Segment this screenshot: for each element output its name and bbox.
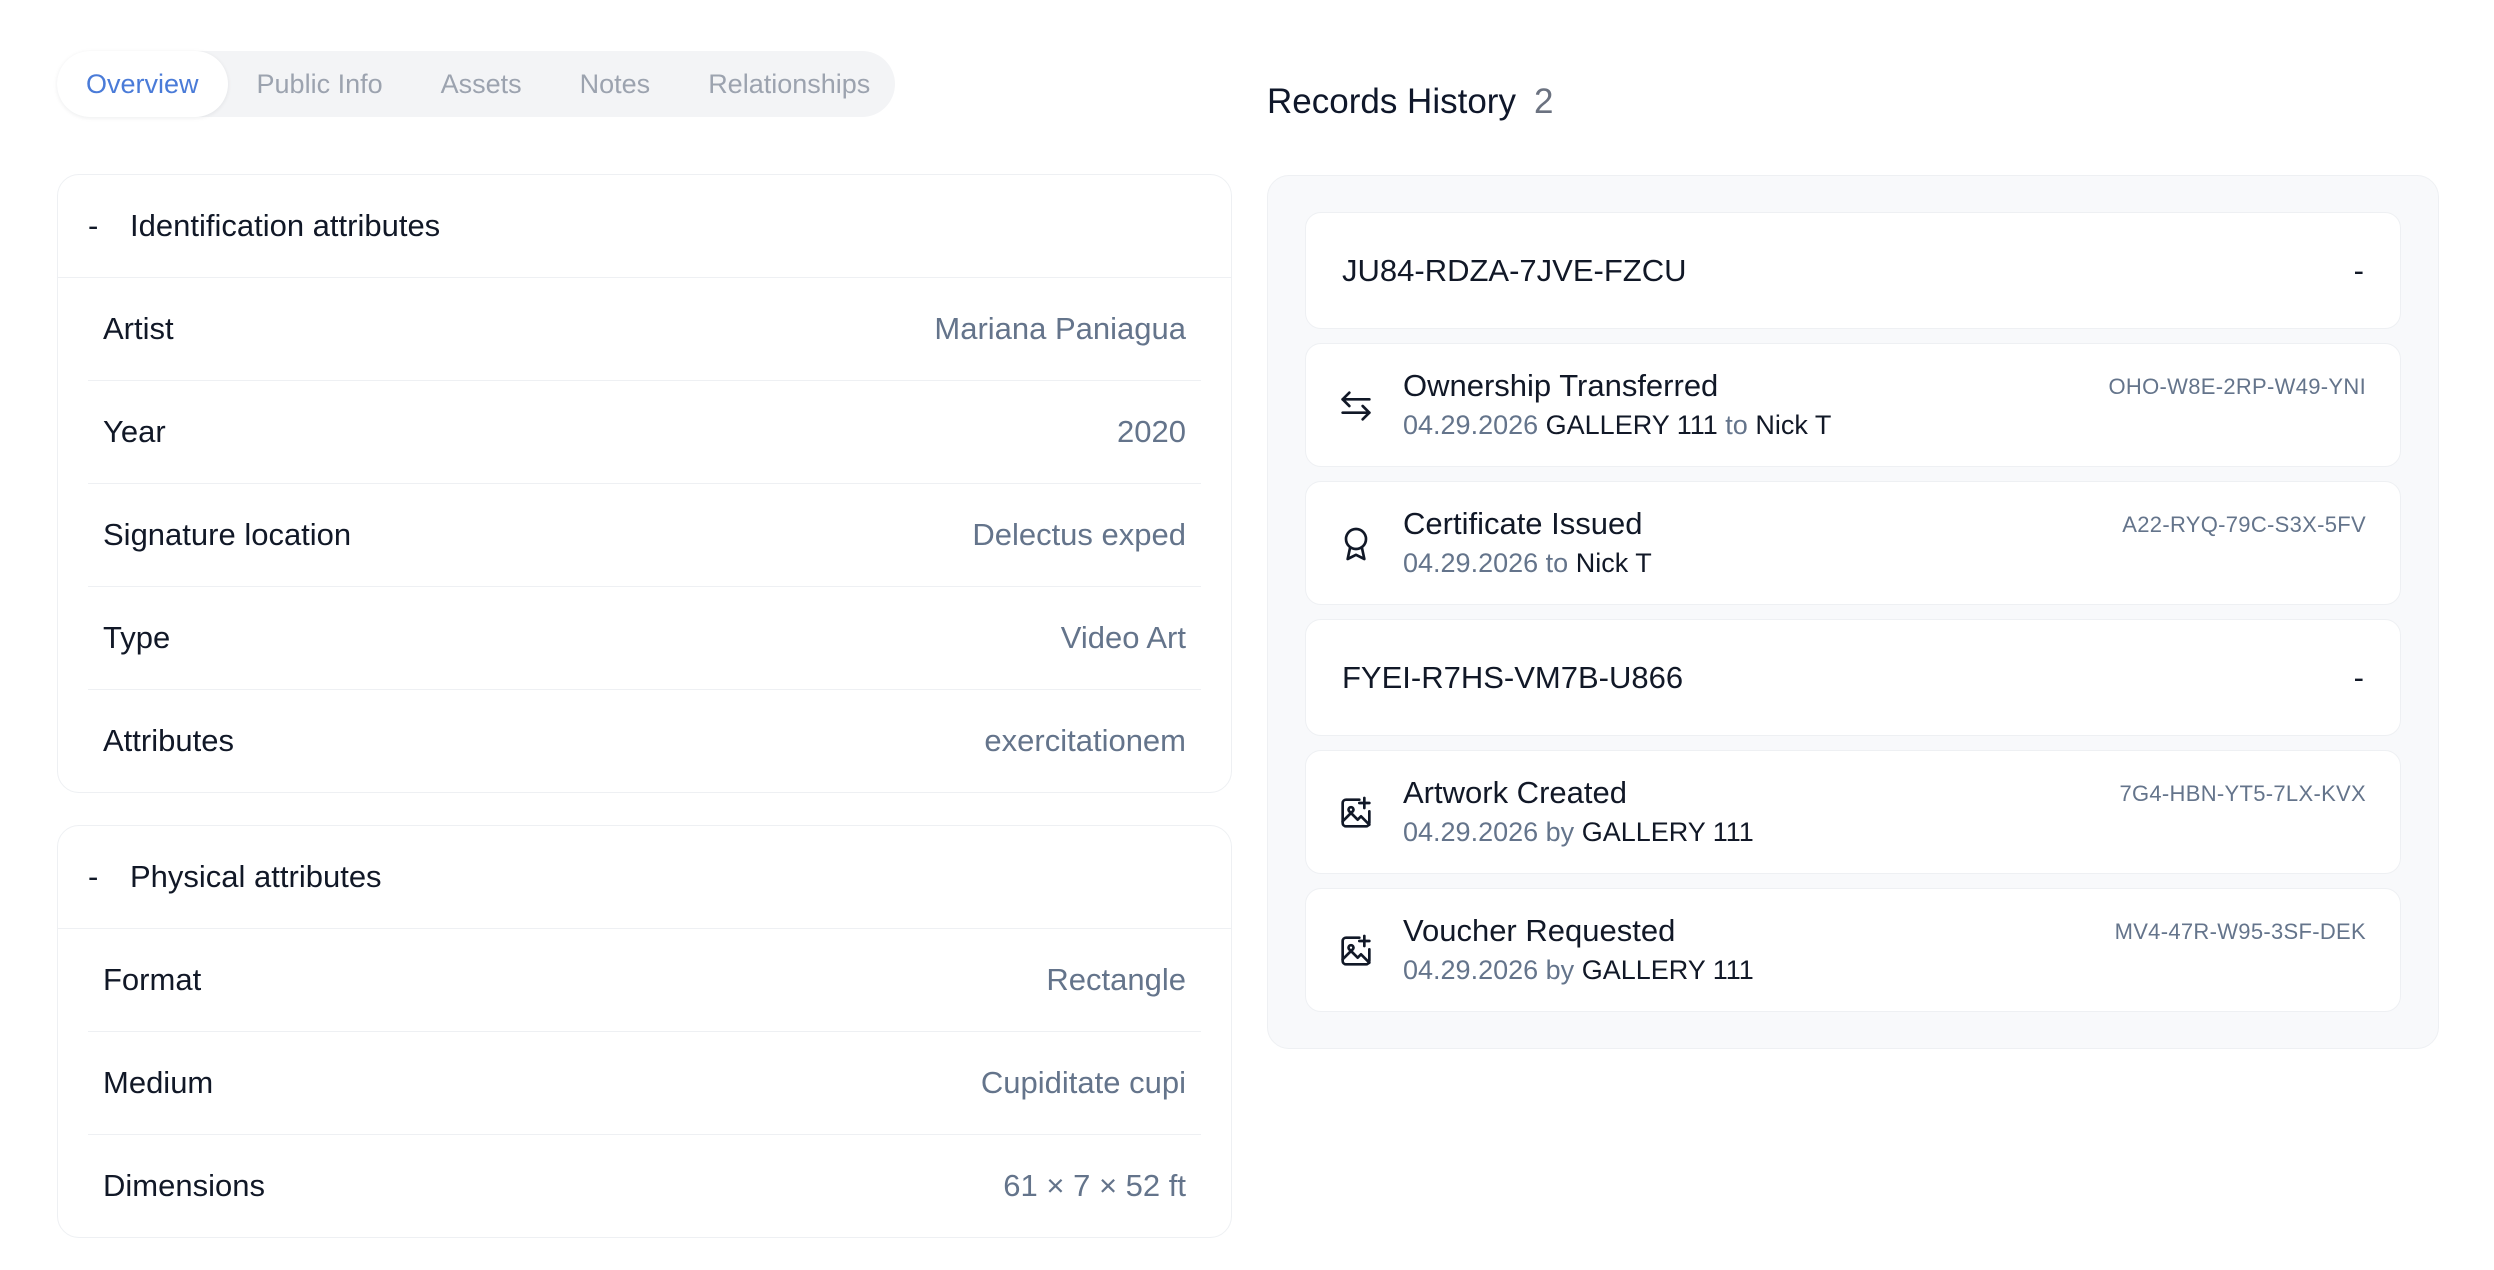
attribute-row-dimensions: Dimensions 61 × 7 × 52 ft bbox=[88, 1135, 1201, 1237]
record-group-header[interactable]: FYEI-R7HS-VM7B-U866 - bbox=[1305, 619, 2401, 736]
event-to: GALLERY 111 bbox=[1581, 955, 1754, 985]
history-event[interactable]: Voucher Requested 04.29.2026 by GALLERY … bbox=[1305, 888, 2401, 1012]
attribute-row-medium: Medium Cupiditate cupi bbox=[88, 1032, 1201, 1135]
event-title: Voucher Requested bbox=[1403, 913, 1676, 948]
attribute-value: exercitationem bbox=[984, 723, 1186, 758]
records-history-count: 2 bbox=[1533, 82, 1554, 121]
event-subtitle: 04.29.2026 by GALLERY 111 bbox=[1403, 955, 1754, 986]
tab-assets[interactable]: Assets bbox=[412, 51, 551, 117]
history-event[interactable]: Certificate Issued 04.29.2026 to Nick T … bbox=[1305, 481, 2401, 605]
transfer-arrows-icon bbox=[1341, 391, 1371, 421]
event-connector: to bbox=[1545, 548, 1569, 578]
records-history-heading: Records History 2 bbox=[1267, 82, 1553, 122]
event-date: 04.29.2026 bbox=[1403, 955, 1539, 985]
event-date: 04.29.2026 bbox=[1403, 817, 1539, 847]
certificate-badge-icon bbox=[1344, 527, 1368, 561]
physical-attributes-card: - Physical attributes Format Rectangle M… bbox=[57, 825, 1232, 1238]
event-to: GALLERY 111 bbox=[1581, 817, 1754, 847]
attribute-value: Cupiditate cupi bbox=[980, 1065, 1186, 1100]
history-event[interactable]: Artwork Created 04.29.2026 by GALLERY 11… bbox=[1305, 750, 2401, 874]
attribute-row-signature-location: Signature location Delectus exped bbox=[88, 484, 1201, 587]
history-event[interactable]: Ownership Transferred 04.29.2026 GALLERY… bbox=[1305, 343, 2401, 467]
collapse-toggle[interactable]: - bbox=[2354, 253, 2364, 289]
section-title: Identification attributes bbox=[130, 208, 441, 243]
physical-attributes-header[interactable]: - Physical attributes bbox=[58, 826, 1231, 929]
attribute-value: 61 × 7 × 52 ft bbox=[1003, 1168, 1186, 1203]
attribute-value: Video Art bbox=[1060, 620, 1186, 655]
record-id: FYEI-R7HS-VM7B-U866 bbox=[1342, 659, 1684, 695]
event-from: GALLERY 111 bbox=[1545, 410, 1718, 440]
attribute-value: Rectangle bbox=[1046, 962, 1186, 997]
attribute-label: Year bbox=[103, 414, 166, 449]
attribute-row-attributes: Attributes exercitationem bbox=[88, 690, 1201, 792]
collapse-toggle[interactable]: - bbox=[88, 208, 130, 244]
attribute-label: Attributes bbox=[103, 723, 234, 758]
attribute-label: Format bbox=[103, 962, 202, 997]
event-subtitle: 04.29.2026 GALLERY 111 to Nick T bbox=[1403, 410, 1831, 441]
event-title: Artwork Created bbox=[1403, 775, 1627, 810]
collapse-toggle[interactable]: - bbox=[88, 859, 130, 895]
event-title: Ownership Transferred bbox=[1403, 368, 1719, 403]
image-plus-icon bbox=[1341, 796, 1371, 828]
attribute-label: Signature location bbox=[103, 517, 352, 552]
attribute-label: Type bbox=[103, 620, 171, 655]
tab-relationships[interactable]: Relationships bbox=[679, 51, 899, 117]
records-history-title: Records History bbox=[1267, 82, 1516, 121]
records-history-panel: JU84-RDZA-7JVE-FZCU - Ownership Transfer… bbox=[1267, 175, 2439, 1049]
section-title: Physical attributes bbox=[130, 859, 382, 894]
event-date: 04.29.2026 bbox=[1403, 548, 1539, 578]
attribute-value: Delectus exped bbox=[972, 517, 1186, 552]
image-plus-icon bbox=[1341, 934, 1371, 966]
event-connector: by bbox=[1545, 955, 1575, 985]
attribute-value: Mariana Paniagua bbox=[934, 311, 1186, 346]
event-code: A22-RYQ-79C-S3X-5FV bbox=[2122, 512, 2366, 537]
event-connector: to bbox=[1725, 410, 1748, 440]
event-subtitle: 04.29.2026 by GALLERY 111 bbox=[1403, 817, 1754, 848]
event-code: 7G4-HBN-YT5-7LX-KVX bbox=[2119, 781, 2366, 806]
attribute-row-format: Format Rectangle bbox=[88, 929, 1201, 1032]
attribute-label: Dimensions bbox=[103, 1168, 265, 1203]
event-code: OHO-W8E-2RP-W49-YNI bbox=[2108, 374, 2366, 399]
tab-notes[interactable]: Notes bbox=[551, 51, 680, 117]
attribute-row-year: Year 2020 bbox=[88, 381, 1201, 484]
event-date: 04.29.2026 bbox=[1403, 410, 1539, 440]
attribute-label: Medium bbox=[103, 1065, 214, 1100]
event-code: MV4-47R-W95-3SF-DEK bbox=[2114, 919, 2366, 944]
attribute-row-artist: Artist Mariana Paniagua bbox=[88, 278, 1201, 381]
event-title: Certificate Issued bbox=[1403, 506, 1643, 541]
attribute-label: Artist bbox=[103, 311, 174, 346]
collapse-toggle[interactable]: - bbox=[2354, 660, 2364, 696]
identification-attributes-header[interactable]: - Identification attributes bbox=[58, 175, 1231, 278]
record-id: JU84-RDZA-7JVE-FZCU bbox=[1342, 252, 1687, 288]
event-subtitle: 04.29.2026 to Nick T bbox=[1403, 548, 1652, 579]
event-to: Nick T bbox=[1755, 410, 1832, 440]
attribute-row-type: Type Video Art bbox=[88, 587, 1201, 690]
identification-attributes-card: - Identification attributes Artist Maria… bbox=[57, 174, 1232, 793]
tab-bar: Overview Public Info Assets Notes Relati… bbox=[57, 51, 895, 117]
record-group-header[interactable]: JU84-RDZA-7JVE-FZCU - bbox=[1305, 212, 2401, 329]
tab-overview[interactable]: Overview bbox=[57, 51, 228, 117]
event-connector: by bbox=[1545, 817, 1575, 847]
attribute-value: 2020 bbox=[1117, 414, 1186, 449]
tab-public-info[interactable]: Public Info bbox=[228, 51, 412, 117]
event-to: Nick T bbox=[1575, 548, 1652, 578]
